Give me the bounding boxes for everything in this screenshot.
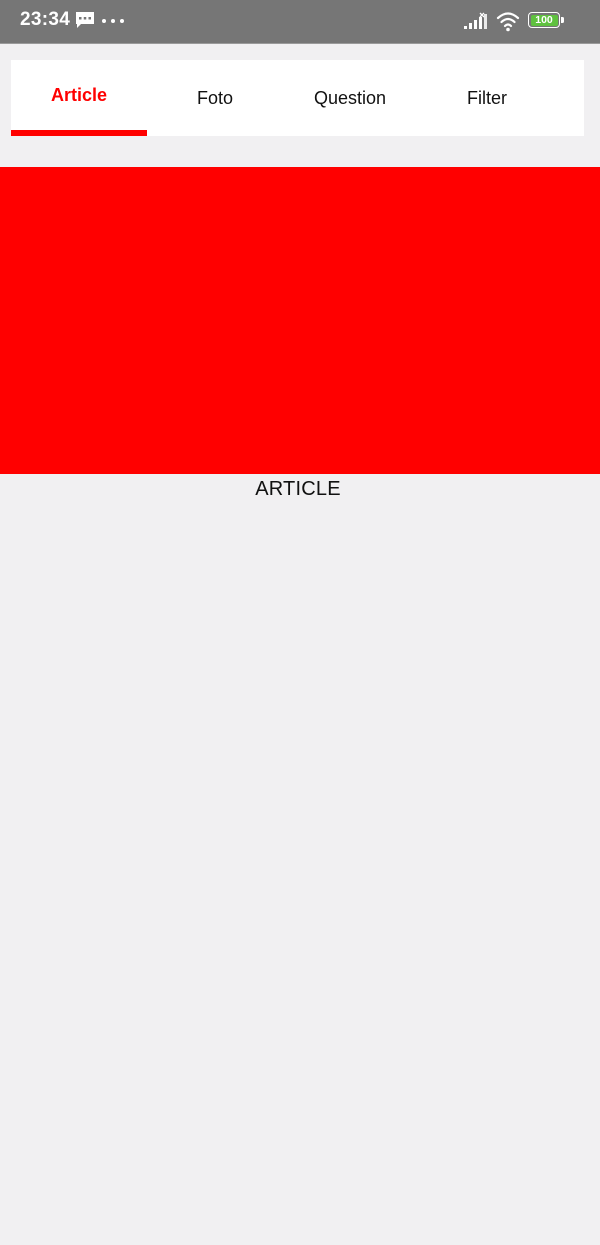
- tab-foto-label: Foto: [196, 87, 234, 108]
- status-bar: 23:34 100: [0, 0, 600, 44]
- tab-question[interactable]: Question: [282, 60, 418, 136]
- tab-bar: Article Foto Question Filter: [11, 60, 584, 136]
- active-tab-indicator: [11, 130, 147, 136]
- tab-foto[interactable]: Foto: [147, 60, 283, 136]
- battery-level: 100: [530, 14, 558, 26]
- wifi-icon: [496, 12, 520, 32]
- message-icon: [76, 12, 94, 28]
- tab-article[interactable]: Article: [11, 60, 147, 136]
- more-dots-icon: [102, 19, 124, 23]
- content-label: ARTICLE: [255, 478, 341, 500]
- tab-filter-label: Filter: [467, 87, 507, 108]
- article-banner: [0, 167, 600, 474]
- battery-icon: 100: [528, 12, 566, 30]
- tab-filter[interactable]: Filter: [419, 60, 555, 136]
- tab-article-label: Article: [50, 84, 108, 105]
- tab-question-label: Question: [313, 87, 387, 108]
- signal-icon: [464, 12, 487, 29]
- status-time: 23:34: [20, 9, 71, 30]
